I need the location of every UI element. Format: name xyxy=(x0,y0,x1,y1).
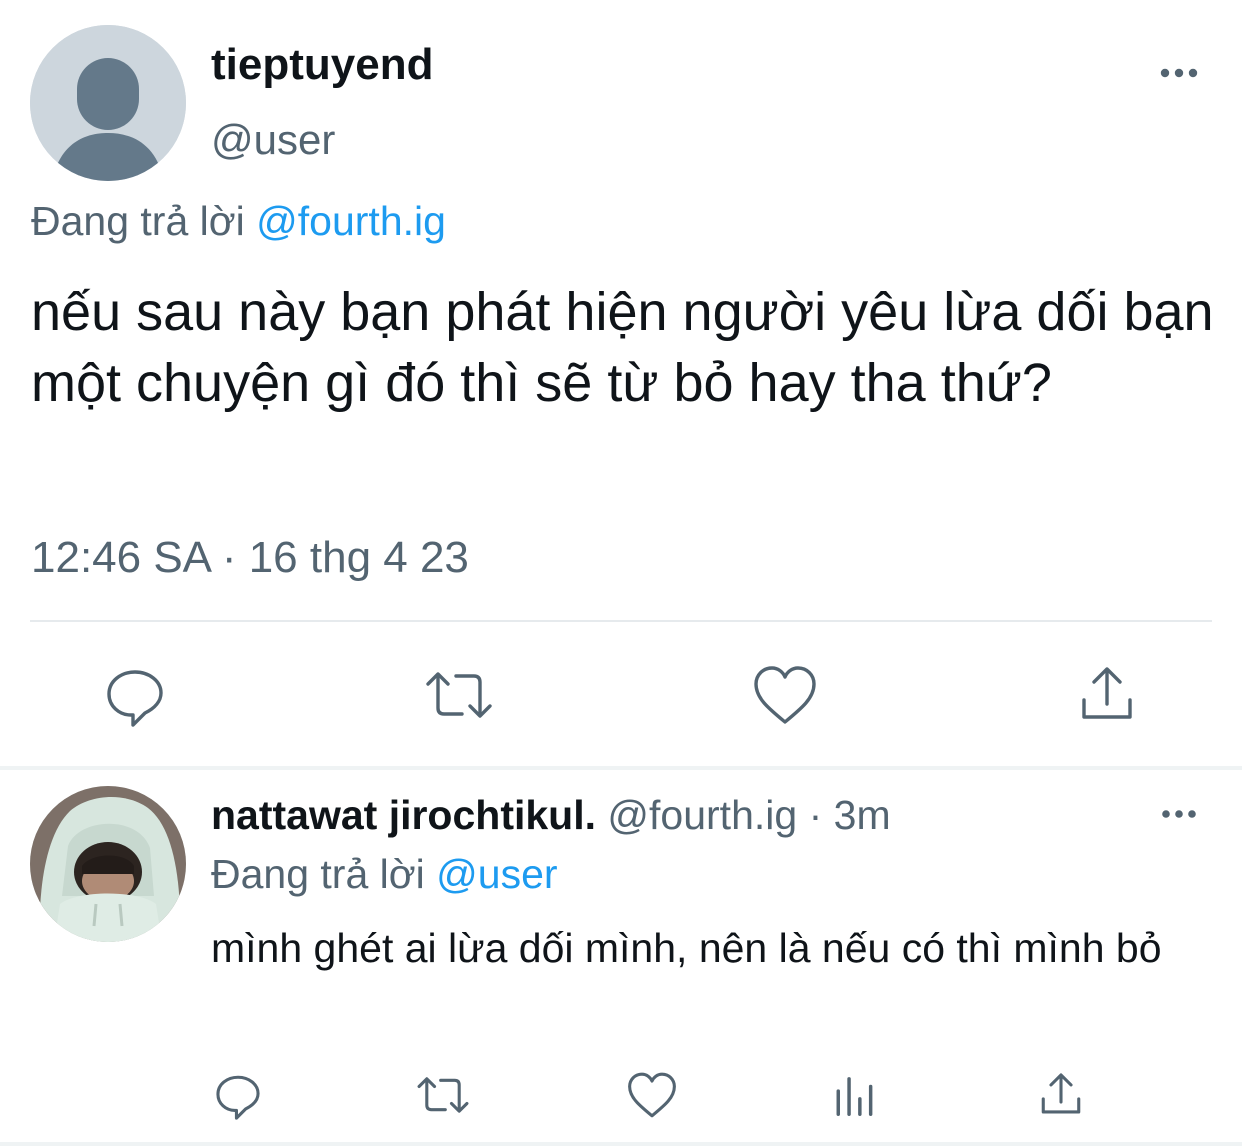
replying-to-mention[interactable]: @fourth.ig xyxy=(256,198,446,244)
more-horizontal-icon[interactable] xyxy=(1158,800,1200,828)
replying-prefix: Đang trả lời xyxy=(31,198,245,244)
reply-time-ago[interactable]: 3m xyxy=(834,792,891,838)
retweet-icon[interactable] xyxy=(424,660,494,730)
replying-prefix: Đang trả lời xyxy=(211,851,425,897)
more-horizontal-icon[interactable] xyxy=(1156,58,1202,88)
reply-icon[interactable] xyxy=(100,660,170,730)
share-icon[interactable] xyxy=(1072,660,1142,730)
retweet-icon[interactable] xyxy=(416,1068,470,1122)
reply-text: mình ghét ai lừa dối mình, nên là nếu có… xyxy=(211,925,1162,971)
reply-header: nattawat jirochtikul. @fourth.ig · 3m xyxy=(211,792,891,839)
replying-to-line: Đang trả lời @fourth.ig xyxy=(31,198,446,245)
analytics-icon[interactable] xyxy=(829,1068,883,1122)
replying-to-mention[interactable]: @user xyxy=(436,851,557,897)
share-icon[interactable] xyxy=(1034,1068,1088,1122)
tweet-text: nếu sau này bạn phát hiện người yêu lừa … xyxy=(31,282,1214,413)
author-avatar-default[interactable] xyxy=(30,25,186,181)
reply-author-avatar[interactable] xyxy=(30,786,186,942)
user-photo-icon xyxy=(30,786,186,942)
tweet-timestamp[interactable]: 12:46 SA · 16 thg 4 23 xyxy=(31,533,469,583)
bottom-separator xyxy=(0,1142,1242,1146)
author-handle[interactable]: @user xyxy=(211,116,335,164)
reply-icon[interactable] xyxy=(211,1068,265,1122)
replying-to-line: Đang trả lời @user xyxy=(211,851,558,898)
like-icon[interactable] xyxy=(625,1068,679,1122)
divider xyxy=(30,620,1212,622)
section-separator xyxy=(0,766,1242,770)
default-profile-icon xyxy=(30,25,186,181)
meta-separator: · xyxy=(808,792,823,838)
reply-author-name[interactable]: nattawat jirochtikul. xyxy=(211,792,596,838)
author-name[interactable]: tieptuyend xyxy=(211,40,433,90)
like-icon[interactable] xyxy=(750,660,820,730)
reply-author-handle[interactable]: @fourth.ig xyxy=(607,792,797,838)
